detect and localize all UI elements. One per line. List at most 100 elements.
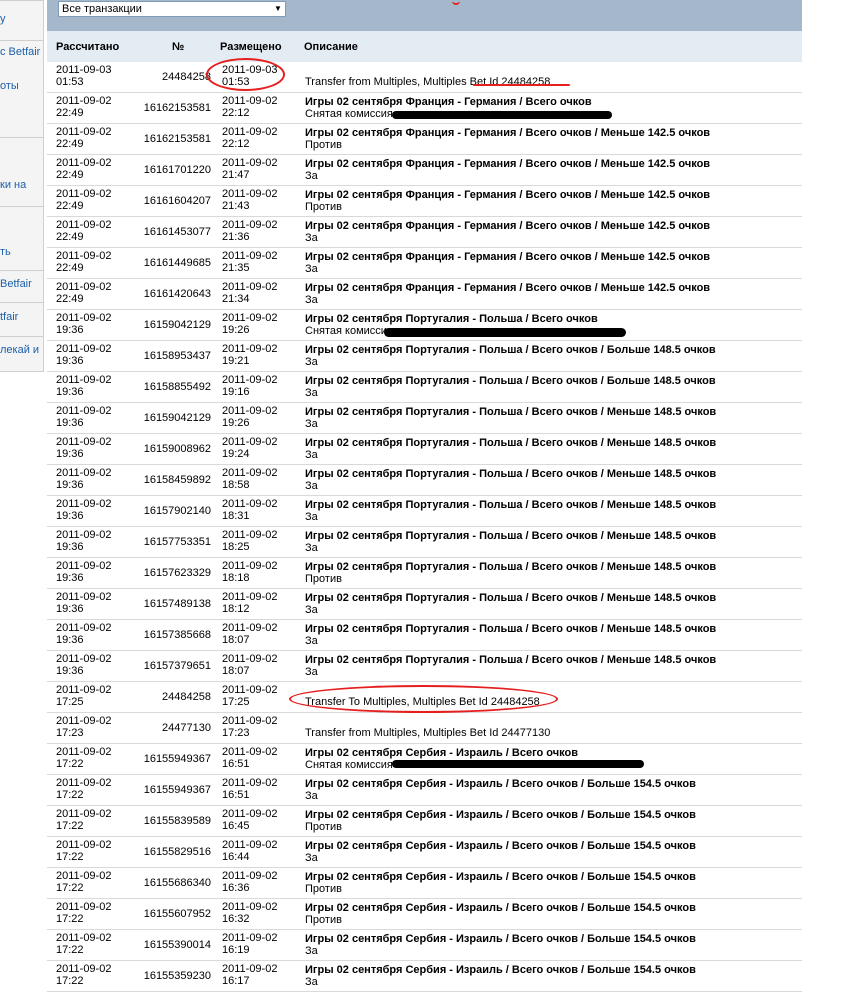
market-title[interactable]: Игры 02 сентября Сербия - Израиль / Всег… bbox=[297, 961, 802, 976]
bet-number[interactable]: 16157385668 bbox=[112, 620, 214, 641]
table-row[interactable]: 2011-09-02 19:36 16157489138 2011-09-02 18:1… bbox=[47, 588, 802, 620]
market-title[interactable]: Игры 02 сентября Португалия - Польша / В… bbox=[297, 589, 802, 604]
bet-number[interactable]: 24477130 bbox=[112, 713, 214, 734]
bet-number[interactable]: 16161701220 bbox=[112, 155, 214, 176]
market-title[interactable]: Игры 02 сентября Португалия - Польша / В… bbox=[297, 620, 802, 635]
market-title[interactable]: Игры 02 сентября Сербия - Израиль / Всег… bbox=[297, 806, 802, 821]
bet-number[interactable]: 16157753351 bbox=[112, 527, 214, 548]
bet-number[interactable]: 16162153581 bbox=[112, 93, 214, 114]
bet-number[interactable]: 16155686340 bbox=[112, 868, 214, 889]
table-row[interactable]: 2011-09-02 22:49 16161701220 2011-09-02 21:4… bbox=[47, 154, 802, 186]
nav-item-1[interactable]: у bbox=[0, 12, 44, 26]
table-row[interactable]: 2011-09-02 22:49 16162153581 2011-09-02 22:1… bbox=[47, 123, 802, 155]
market-title[interactable]: Игры 02 сентября Португалия - Польша / В… bbox=[297, 403, 802, 418]
table-row[interactable]: 2011-09-02 19:36 16157902140 2011-09-02 18:3… bbox=[47, 495, 802, 527]
bet-number[interactable]: 16159042129 bbox=[112, 403, 214, 424]
column-header-description[interactable]: Описание bbox=[304, 41, 358, 53]
bet-number[interactable]: 16158953437 bbox=[112, 341, 214, 362]
market-title[interactable]: Игры 02 сентября Франция - Германия / Вс… bbox=[297, 279, 802, 294]
table-row[interactable]: 2011-09-02 19:36 16157379651 2011-09-02 18:0… bbox=[47, 650, 802, 682]
market-title[interactable]: Игры 02 сентября Португалия - Польша / В… bbox=[297, 496, 802, 511]
bet-number[interactable]: 16155949367 bbox=[112, 744, 214, 765]
bet-number[interactable]: 16161604207 bbox=[112, 186, 214, 207]
table-row[interactable]: 2011-09-02 17:22 16155949367 2011-09-02 16:5… bbox=[47, 774, 802, 806]
bet-number[interactable]: 16157489138 bbox=[112, 589, 214, 610]
table-row[interactable]: 2011-09-02 22:49 16161453077 2011-09-02 21:3… bbox=[47, 216, 802, 248]
table-row[interactable]: 2011-09-02 22:49 16161604207 2011-09-02 21:4… bbox=[47, 185, 802, 217]
bet-number[interactable]: 16155829516 bbox=[112, 837, 214, 858]
table-row[interactable]: 2011-09-02 17:22 16155390014 2011-09-02 16:1… bbox=[47, 929, 802, 961]
bet-number[interactable]: 16161449685 bbox=[112, 248, 214, 269]
table-row[interactable]: 2011-09-02 19:36 16157385668 2011-09-02 18:0… bbox=[47, 619, 802, 651]
market-title[interactable]: Игры 02 сентября Португалия - Польша / В… bbox=[297, 372, 802, 387]
market-title[interactable]: Игры 02 сентября Сербия - Израиль / Всег… bbox=[297, 930, 802, 945]
market-title[interactable]: Игры 02 сентября Португалия - Польша / В… bbox=[297, 434, 802, 449]
bet-number[interactable]: 24484258 bbox=[112, 62, 214, 83]
market-title[interactable]: Игры 02 сентября Франция - Германия / Вс… bbox=[297, 155, 802, 170]
bet-number[interactable]: 16155949367 bbox=[112, 775, 214, 796]
bet-number[interactable]: 16159042129 bbox=[112, 310, 214, 331]
market-title[interactable]: Игры 02 сентября Франция - Германия / Вс… bbox=[297, 186, 802, 201]
bet-number[interactable]: 16155359230 bbox=[112, 961, 214, 982]
market-title[interactable]: Игры 02 сентября Сербия - Израиль / Всег… bbox=[297, 837, 802, 852]
market-title[interactable]: Игры 02 сентября Франция - Германия / Вс… bbox=[297, 248, 802, 263]
bet-number[interactable]: 16161420643 bbox=[112, 279, 214, 300]
nav-item-betfair-3[interactable]: tfair bbox=[0, 310, 44, 324]
market-title[interactable]: Игры 02 сентября Португалия - Польша / В… bbox=[297, 310, 802, 325]
column-header-settled[interactable]: Рассчитано bbox=[56, 41, 119, 53]
market-title[interactable]: Игры 02 сентября Португалия - Польша / В… bbox=[297, 341, 802, 356]
table-row[interactable]: 2011-09-03 01:53 24484258 2011-09-03 01:53 Tr… bbox=[47, 62, 802, 93]
market-title[interactable]: Игры 02 сентября Португалия - Польша / В… bbox=[297, 465, 802, 480]
table-row[interactable]: 2011-09-02 17:22 16155686340 2011-09-02 16:3… bbox=[47, 867, 802, 899]
table-row[interactable]: 2011-09-02 19:36 16158459892 2011-09-02 18:5… bbox=[47, 464, 802, 496]
bet-number[interactable]: 16157902140 bbox=[112, 496, 214, 517]
table-row[interactable]: 2011-09-02 17:22 16155359230 2011-09-02 16:1… bbox=[47, 960, 802, 992]
bet-number[interactable]: 16162153581 bbox=[112, 124, 214, 145]
market-title[interactable]: Игры 02 сентября Франция - Германия / Вс… bbox=[297, 93, 802, 108]
table-row[interactable]: 2011-09-02 19:36 16159008962 2011-09-02 19:2… bbox=[47, 433, 802, 465]
bet-number[interactable]: 16155390014 bbox=[112, 930, 214, 951]
market-title[interactable]: Игры 02 сентября Сербия - Израиль / Всег… bbox=[297, 868, 802, 883]
table-row[interactable]: 2011-09-02 17:22 16155829516 2011-09-02 16:4… bbox=[47, 836, 802, 868]
market-title[interactable]: Игры 02 сентября Сербия - Израиль / Всег… bbox=[297, 899, 802, 914]
bet-number[interactable]: 16158459892 bbox=[112, 465, 214, 486]
table-row[interactable]: 2011-09-02 19:36 16157623329 2011-09-02 18:1… bbox=[47, 557, 802, 589]
market-title[interactable]: Игры 02 сентября Португалия - Польша / В… bbox=[297, 558, 802, 573]
table-row[interactable]: 2011-09-02 17:22 16155949367 2011-09-02 16:5… bbox=[47, 743, 802, 775]
table-row[interactable]: 2011-09-02 22:49 16161449685 2011-09-02 21:3… bbox=[47, 247, 802, 279]
column-header-number[interactable]: № bbox=[172, 41, 184, 53]
table-row[interactable]: 2011-09-02 19:36 16159042129 2011-09-02 19:2… bbox=[47, 402, 802, 434]
table-row[interactable]: 2011-09-02 17:22 16155839589 2011-09-02 16:4… bbox=[47, 805, 802, 837]
nav-item-4[interactable]: ки на bbox=[0, 178, 44, 192]
nav-item-8[interactable]: лекай и bbox=[0, 343, 44, 357]
market-title[interactable]: Игры 02 сентября Португалия - Польша / В… bbox=[297, 651, 802, 666]
bet-number[interactable]: 16157623329 bbox=[112, 558, 214, 579]
table-row[interactable]: 2011-09-02 17:23 24477130 2011-09-02 17:23 Tr… bbox=[47, 712, 802, 744]
bet-number[interactable]: 16159008962 bbox=[112, 434, 214, 455]
table-row[interactable]: 2011-09-02 17:22 16155607952 2011-09-02 16:3… bbox=[47, 898, 802, 930]
table-row[interactable]: 2011-09-02 19:36 16158953437 2011-09-02 19:2… bbox=[47, 340, 802, 372]
table-row[interactable]: 2011-09-02 19:36 16157753351 2011-09-02 18:2… bbox=[47, 526, 802, 558]
bet-number[interactable]: 16155839589 bbox=[112, 806, 214, 827]
settled-date: 2011-09-02 bbox=[56, 560, 112, 572]
nav-item-5[interactable]: ть bbox=[0, 245, 44, 259]
market-title[interactable]: Игры 02 сентября Португалия - Польша / В… bbox=[297, 527, 802, 542]
transaction-filter-select[interactable]: Все транзакции ▼ bbox=[58, 1, 286, 17]
market-title[interactable]: Игры 02 сентября Сербия - Израиль / Всег… bbox=[297, 775, 802, 790]
settled-datetime: 2011-09-02 19:36 bbox=[47, 527, 112, 553]
table-row[interactable]: 2011-09-02 19:36 16158855492 2011-09-02 19:1… bbox=[47, 371, 802, 403]
nav-item-reports[interactable]: оты bbox=[0, 79, 44, 93]
market-title[interactable]: Игры 02 сентября Франция - Германия / Вс… bbox=[297, 217, 802, 232]
bet-number[interactable]: 16161453077 bbox=[112, 217, 214, 238]
bet-number[interactable]: 16155607952 bbox=[112, 899, 214, 920]
table-row[interactable]: 2011-09-02 22:49 16161420643 2011-09-02 21:3… bbox=[47, 278, 802, 310]
bet-number[interactable]: 24484258 bbox=[112, 682, 214, 703]
nav-item-betfair[interactable]: с Betfair bbox=[0, 45, 44, 59]
column-header-placed[interactable]: Размещено bbox=[220, 41, 282, 53]
nav-item-betfair-2[interactable]: Betfair bbox=[0, 277, 44, 291]
market-title[interactable]: Игры 02 сентября Сербия - Израиль / Всег… bbox=[297, 744, 802, 759]
bet-number[interactable]: 16158855492 bbox=[112, 372, 214, 393]
chevron-down-icon[interactable]: ▼ bbox=[272, 3, 284, 15]
market-title[interactable]: Игры 02 сентября Франция - Германия / Вс… bbox=[297, 124, 802, 139]
bet-number[interactable]: 16157379651 bbox=[112, 651, 214, 672]
